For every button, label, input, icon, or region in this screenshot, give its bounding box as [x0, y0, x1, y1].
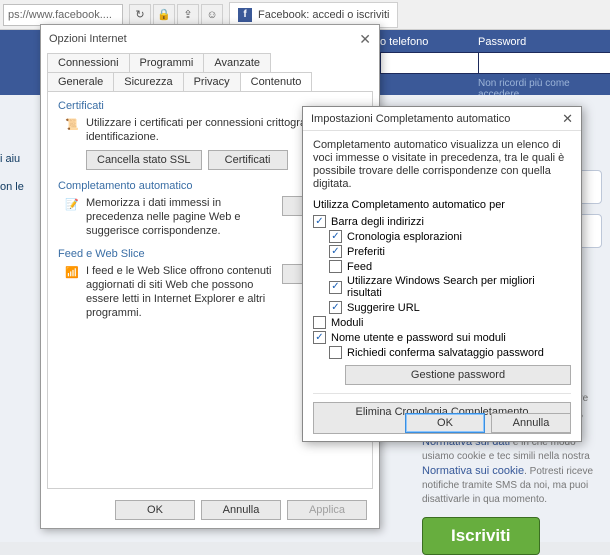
dialog-tabs: Connessioni Programmi Avanzate Generale … — [41, 53, 379, 91]
url-text: ps://www.facebook.... — [8, 9, 112, 21]
tagline-1: i aiu — [0, 145, 24, 173]
certificates-button[interactable]: Certificati — [208, 150, 288, 170]
checkbox-0[interactable]: Barra degli indirizzi — [313, 215, 571, 228]
tab-programs[interactable]: Programmi — [129, 53, 205, 72]
signup-button[interactable]: Iscriviti — [422, 517, 540, 555]
checkbox-1[interactable]: Cronologia esplorazioni — [329, 230, 571, 243]
checkbox-box-icon — [329, 281, 342, 294]
feeds-text: I feed e le Web Slice offrono contenuti … — [86, 264, 276, 320]
tab-general[interactable]: Generale — [47, 72, 114, 91]
lock-icon[interactable]: 🔒 — [153, 4, 175, 26]
autocomplete-settings-dialog: Impostazioni Completamento automatico ✕ … — [302, 106, 582, 442]
checkbox-box-icon — [329, 245, 342, 258]
checkbox-box-icon — [313, 316, 326, 329]
login-input-password[interactable] — [478, 52, 610, 74]
login-label-1: o telefono — [380, 36, 470, 48]
checkbox-label: Utilizzare Windows Search per migliori r… — [347, 275, 571, 299]
checkbox-list: Barra degli indirizzi Cronologia esploraz… — [313, 215, 571, 359]
login-col-1: o telefono — [380, 36, 470, 74]
manage-passwords-button[interactable]: Gestione password — [345, 365, 571, 385]
checkbox-box-icon — [329, 260, 342, 273]
share-icon[interactable]: ⇪ — [177, 4, 199, 26]
checkbox-label: Feed — [347, 261, 372, 273]
facebook-tagline: i aiu on le — [0, 145, 24, 201]
autocomplete-icon: 📝 — [58, 196, 86, 211]
certificate-icon: 📜 — [58, 116, 86, 131]
checkbox-6[interactable]: Moduli — [313, 316, 571, 329]
close-icon[interactable]: ✕ — [359, 31, 371, 48]
dialog2-title: Impostazioni Completamento automatico — [311, 113, 510, 125]
checkbox-label: Preferiti — [347, 246, 385, 258]
checkbox-4[interactable]: Utilizzare Windows Search per migliori r… — [329, 275, 571, 299]
smile-icon[interactable]: ☺ — [201, 4, 223, 26]
checkbox-3[interactable]: Feed — [329, 260, 571, 273]
separator — [313, 393, 571, 394]
checkbox-7[interactable]: Nome utente e password sui moduli — [313, 331, 571, 344]
checkbox-label: Suggerire URL — [347, 302, 420, 314]
facebook-favicon-icon: f — [238, 8, 252, 22]
close-icon[interactable]: ✕ — [562, 111, 573, 127]
dialog-title: Opzioni Internet — [49, 33, 127, 45]
tab-security[interactable]: Sicurezza — [113, 72, 183, 91]
clear-ssl-button[interactable]: Cancella stato SSL — [86, 150, 202, 170]
checkbox-label: Moduli — [331, 317, 363, 329]
checkbox-2[interactable]: Preferiti — [329, 245, 571, 258]
cancel-button[interactable]: Annulla — [491, 413, 571, 433]
checkbox-5[interactable]: Suggerire URL — [329, 301, 571, 314]
address-bar[interactable]: ps://www.facebook.... — [3, 4, 123, 26]
checkbox-8[interactable]: Richiedi conferma salvataggio password — [329, 346, 571, 359]
use-for-label: Utilizza Completamento automatico per — [313, 199, 571, 211]
autocomplete-text: Memorizza i dati immessi in precedenza n… — [86, 196, 276, 238]
tab-content[interactable]: Contenuto — [240, 72, 313, 91]
tagline-2: on le — [0, 173, 24, 201]
apply-button[interactable]: Applica — [287, 500, 367, 520]
dialog-footer: OK Annulla Applica — [115, 500, 367, 520]
dialog2-footer: OK Annulla — [405, 413, 571, 433]
checkbox-box-icon — [329, 230, 342, 243]
checkbox-box-icon — [313, 331, 326, 344]
checkbox-label: Nome utente e password sui moduli — [331, 332, 506, 344]
dialog2-titlebar[interactable]: Impostazioni Completamento automatico ✕ — [303, 107, 581, 131]
tab-connections[interactable]: Connessioni — [47, 53, 130, 72]
checkbox-label: Cronologia esplorazioni — [347, 231, 462, 243]
login-col-2: Password — [478, 36, 598, 74]
dialog2-body: Completamento automatico visualizza un e… — [303, 131, 581, 442]
ok-button[interactable]: OK — [405, 413, 485, 433]
dialog-titlebar[interactable]: Opzioni Internet ✕ — [41, 25, 379, 53]
tab-privacy[interactable]: Privacy — [183, 72, 241, 91]
refresh-icon[interactable]: ↻ — [129, 4, 151, 26]
checkbox-label: Barra degli indirizzi — [331, 216, 424, 228]
checkbox-box-icon — [329, 301, 342, 314]
tab-label: Facebook: accedi o iscriviti — [258, 9, 389, 21]
cancel-button[interactable]: Annulla — [201, 500, 281, 520]
checkbox-label: Richiedi conferma salvataggio password — [347, 347, 544, 359]
dialog2-intro: Completamento automatico visualizza un e… — [313, 139, 571, 191]
login-label-2: Password — [478, 36, 598, 48]
rss-icon: 📶 — [58, 264, 86, 279]
checkbox-box-icon — [313, 215, 326, 228]
ok-button[interactable]: OK — [115, 500, 195, 520]
tab-advanced[interactable]: Avanzate — [203, 53, 271, 72]
checkbox-box-icon — [329, 346, 342, 359]
